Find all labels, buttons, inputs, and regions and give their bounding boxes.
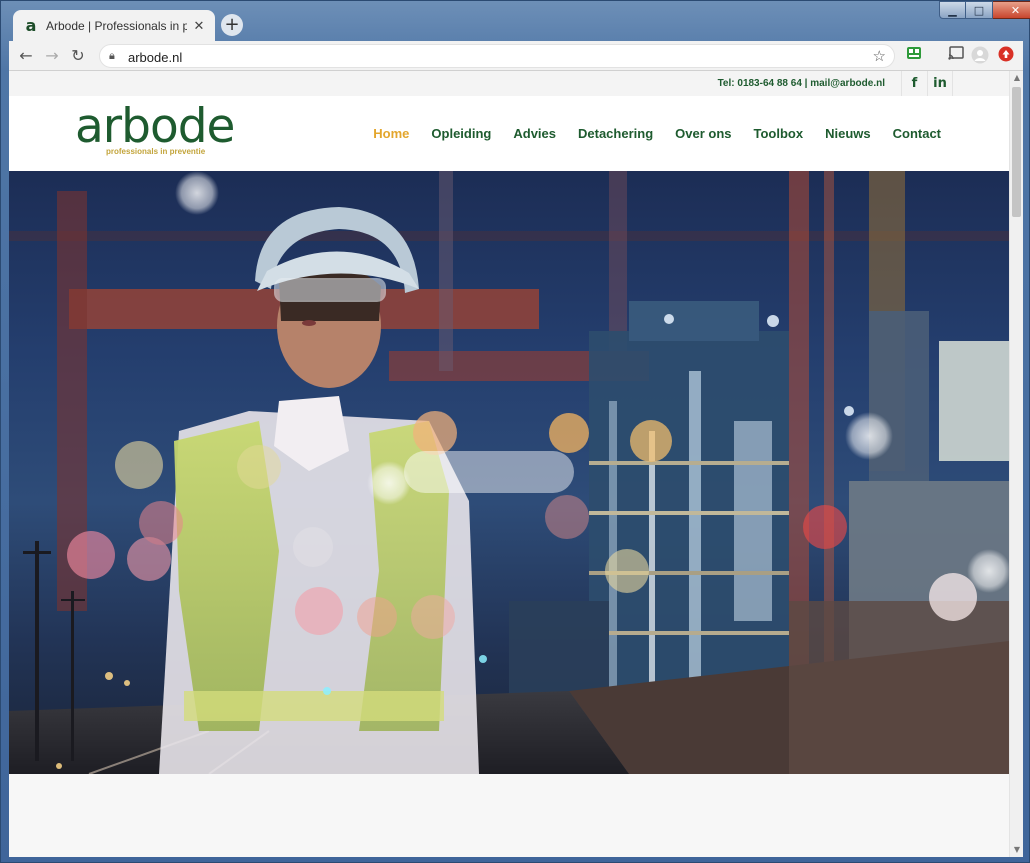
tab-close-icon[interactable]: ✕	[191, 18, 207, 34]
url-text: arbode.nl	[128, 50, 183, 65]
minimize-button[interactable]: ▁	[939, 1, 966, 19]
browser-tab[interactable]: a Arbode | Professionals in preventie ✕	[13, 10, 215, 41]
tab-title: Arbode | Professionals in preventie	[46, 18, 187, 33]
scroll-down-arrow-icon[interactable]: ▼	[1010, 843, 1024, 857]
logo-tagline: professionals in preventie	[106, 147, 206, 156]
address-bar[interactable]: 🔒︎ arbode.nl ☆	[99, 44, 895, 68]
scroll-thumb[interactable]	[1012, 87, 1021, 217]
update-icon[interactable]	[996, 46, 1016, 66]
lock-icon: 🔒︎	[109, 49, 115, 62]
new-tab-button[interactable]: +	[221, 14, 243, 36]
top-info-bar: Tel: 0183-64 88 64 | mail@arbode.nl f in	[9, 71, 1009, 96]
contact-info[interactable]: Tel: 0183-64 88 64 | mail@arbode.nl	[718, 78, 885, 89]
main-navigation: Home Opleiding Advies Detachering Over o…	[373, 126, 941, 141]
forward-arrow-icon[interactable]: →	[41, 45, 63, 67]
vertical-scrollbar[interactable]: ▲ ▼	[1009, 71, 1023, 857]
nav-item-home[interactable]: Home	[373, 126, 409, 141]
window-close-button[interactable]: ✕	[993, 1, 1030, 19]
extension-icon[interactable]	[904, 46, 924, 66]
tab-bar: a Arbode | Professionals in preventie ✕ …	[1, 1, 1030, 41]
reload-icon[interactable]: ↻	[67, 45, 89, 67]
facebook-icon[interactable]: f	[901, 71, 927, 96]
linkedin-icon[interactable]: in	[927, 71, 953, 96]
bookmark-star-icon[interactable]: ☆	[873, 47, 886, 65]
browser-window: a Arbode | Professionals in preventie ✕ …	[0, 0, 1030, 863]
nav-item-advies[interactable]: Advies	[513, 126, 556, 141]
site-logo[interactable]: arbode professionals in preventie	[75, 99, 245, 159]
profile-avatar-icon[interactable]	[970, 46, 990, 66]
site-header: arbode professionals in preventie Home O…	[9, 96, 1009, 171]
hero-image	[9, 171, 1009, 774]
window-controls: ▁ □ ✕	[939, 1, 1030, 19]
nav-item-over-ons[interactable]: Over ons	[675, 126, 731, 141]
cast-icon[interactable]	[946, 46, 966, 66]
nav-item-detachering[interactable]: Detachering	[578, 126, 653, 141]
nav-item-opleiding[interactable]: Opleiding	[431, 126, 491, 141]
back-arrow-icon[interactable]: ←	[15, 45, 37, 67]
site-favicon-icon: a	[25, 15, 37, 35]
page-viewport: Tel: 0183-64 88 64 | mail@arbode.nl f in…	[9, 71, 1009, 857]
browser-toolbar: ← → ↻ 🔒︎ arbode.nl ☆	[9, 41, 1023, 71]
nav-item-toolbox[interactable]: Toolbox	[754, 126, 804, 141]
maximize-button[interactable]: □	[966, 1, 993, 19]
nav-item-contact[interactable]: Contact	[893, 126, 941, 141]
hero-illustration	[9, 171, 1009, 774]
nav-item-nieuws[interactable]: Nieuws	[825, 126, 871, 141]
logo-wordmark: arbode	[75, 99, 235, 154]
scroll-up-arrow-icon[interactable]: ▲	[1010, 71, 1024, 85]
